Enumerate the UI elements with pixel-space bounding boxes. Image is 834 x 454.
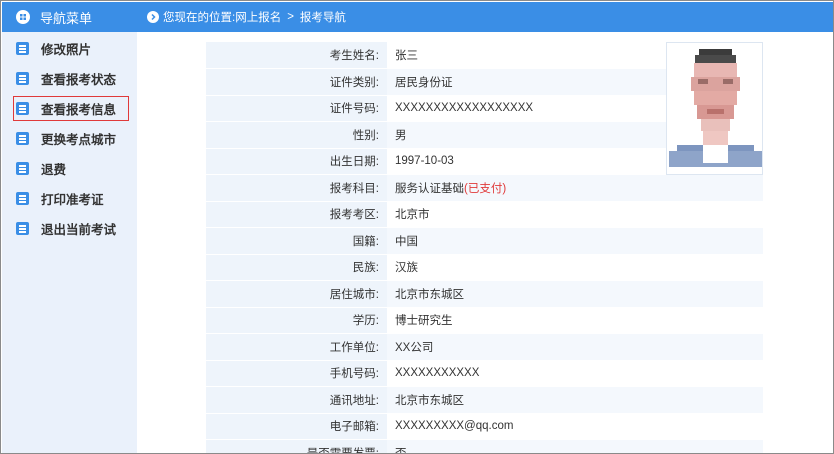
list-icon: [16, 42, 29, 55]
sidebar: 导航菜单 修改照片 查看报考状态 查看报考信息 更换考点城市 退费 打印准考证 …: [2, 2, 137, 453]
table-row: 手机号码: XXXXXXXXXXX: [206, 360, 763, 387]
table-row: 民族: 汉族: [206, 254, 763, 281]
table-row: 通讯地址: 北京市东城区: [206, 386, 763, 414]
breadcrumb-prefix: 您现在的位置:: [163, 12, 236, 24]
table-row: 电子邮箱: XXXXXXXXX@qq.com: [206, 413, 763, 440]
sidebar-item-label: 退出当前考试: [41, 223, 117, 237]
field-label: 学历:: [206, 307, 387, 334]
field-label: 国籍:: [206, 227, 387, 255]
field-label: 证件号码:: [206, 95, 387, 122]
table-row: 国籍: 中国: [206, 227, 763, 255]
list-icon: [16, 72, 29, 85]
field-value-text: 北京市: [395, 209, 430, 222]
field-value-text: XXXXXXXXXXXXXXXXXX: [395, 102, 534, 115]
sidebar-title: 导航菜单: [40, 10, 93, 26]
sidebar-item-label: 打印准考证: [41, 193, 104, 207]
field-value-text: 中国: [395, 235, 418, 248]
field-value: 服务认证基础(已支付): [387, 174, 763, 202]
field-value: XXXXXXXXX@qq.com: [387, 413, 763, 440]
field-value-text: 汉族: [395, 262, 418, 275]
field-value: 汉族: [387, 254, 763, 281]
sidebar-menu: 修改照片 查看报考状态 查看报考信息 更换考点城市 退费 打印准考证 退出当前考…: [2, 32, 137, 241]
portrait-image: [667, 43, 762, 174]
field-label: 民族:: [206, 254, 387, 281]
field-value-text: 男: [395, 129, 407, 142]
sidebar-item-print-ticket[interactable]: 打印准考证: [2, 186, 137, 211]
field-label: 是否需要发票:: [206, 439, 387, 453]
field-label: 工作单位:: [206, 333, 387, 361]
table-row: 居住城市: 北京市东城区: [206, 280, 763, 308]
field-label: 性别:: [206, 121, 387, 149]
sidebar-item-label: 查看报考状态: [41, 73, 117, 87]
payment-status-badge: (已支付): [464, 182, 507, 195]
sidebar-item-change-city[interactable]: 更换考点城市: [2, 126, 137, 151]
field-label: 手机号码:: [206, 360, 387, 387]
field-value-text: 否: [395, 447, 407, 454]
sidebar-header: 导航菜单: [2, 2, 137, 32]
field-value: 北京市东城区: [387, 386, 763, 414]
sidebar-item-label: 查看报考信息: [41, 103, 117, 117]
chevron-right-circle-icon: [147, 11, 159, 23]
field-label: 报考科目:: [206, 174, 387, 202]
field-value-text: 1997-10-03: [395, 155, 454, 168]
field-value: XX公司: [387, 333, 763, 361]
field-value-text: 北京市东城区: [395, 394, 464, 407]
list-icon: [16, 192, 29, 205]
field-value: 博士研究生: [387, 307, 763, 334]
field-value-text: XXXXXXXXX@qq.com: [395, 420, 514, 433]
sidebar-item-view-status[interactable]: 查看报考状态: [2, 66, 137, 91]
field-value-text: 张三: [395, 50, 418, 62]
field-value-text: XX公司: [395, 341, 434, 354]
field-label: 报考考区:: [206, 201, 387, 228]
table-row: 报考科目: 服务认证基础(已支付): [206, 174, 763, 202]
field-label: 通讯地址:: [206, 386, 387, 414]
field-value-text: 北京市东城区: [395, 288, 464, 301]
field-value-text: 服务认证基础: [395, 182, 464, 195]
sidebar-item-label: 修改照片: [41, 43, 92, 57]
field-value: XXXXXXXXXXX: [387, 360, 763, 387]
field-label: 居住城市:: [206, 280, 387, 308]
list-icon: [16, 132, 29, 145]
sidebar-item-label: 退费: [41, 163, 67, 177]
menu-circle-icon: [16, 10, 30, 24]
list-icon: [16, 162, 29, 175]
list-icon: [16, 102, 29, 115]
breadcrumb-item[interactable]: 报考导航: [300, 9, 346, 25]
field-value: 中国: [387, 227, 763, 255]
table-row: 报考考区: 北京市: [206, 201, 763, 228]
sidebar-item-view-info[interactable]: 查看报考信息: [13, 96, 129, 121]
breadcrumb-item[interactable]: 网上报名: [235, 9, 281, 25]
breadcrumb: 您现在的位置: 网上报名 > 报考导航: [137, 2, 833, 32]
candidate-photo: [666, 42, 763, 175]
sidebar-item-label: 更换考点城市: [41, 133, 117, 147]
sidebar-item-refund[interactable]: 退费: [2, 156, 137, 181]
field-value-text: 居民身份证: [395, 76, 453, 89]
field-label: 出生日期:: [206, 148, 387, 175]
table-row: 工作单位: XX公司: [206, 333, 763, 361]
list-icon: [16, 222, 29, 235]
sidebar-item-exit-exam[interactable]: 退出当前考试: [2, 216, 137, 241]
window-frame: 导航菜单 修改照片 查看报考状态 查看报考信息 更换考点城市 退费 打印准考证 …: [0, 0, 834, 454]
field-value-text: XXXXXXXXXXX: [395, 367, 480, 380]
field-value: 北京市: [387, 201, 763, 228]
field-label: 证件类别:: [206, 68, 387, 96]
field-label: 电子邮箱:: [206, 413, 387, 440]
field-value: 北京市东城区: [387, 280, 763, 308]
sidebar-item-modify-photo[interactable]: 修改照片: [2, 36, 137, 61]
table-row: 是否需要发票: 否: [206, 439, 763, 454]
breadcrumb-separator: >: [287, 11, 294, 23]
field-label: 考生姓名:: [206, 42, 387, 69]
field-value-text: 博士研究生: [395, 315, 453, 328]
table-row: 学历: 博士研究生: [206, 307, 763, 334]
field-value: 否: [387, 439, 763, 454]
